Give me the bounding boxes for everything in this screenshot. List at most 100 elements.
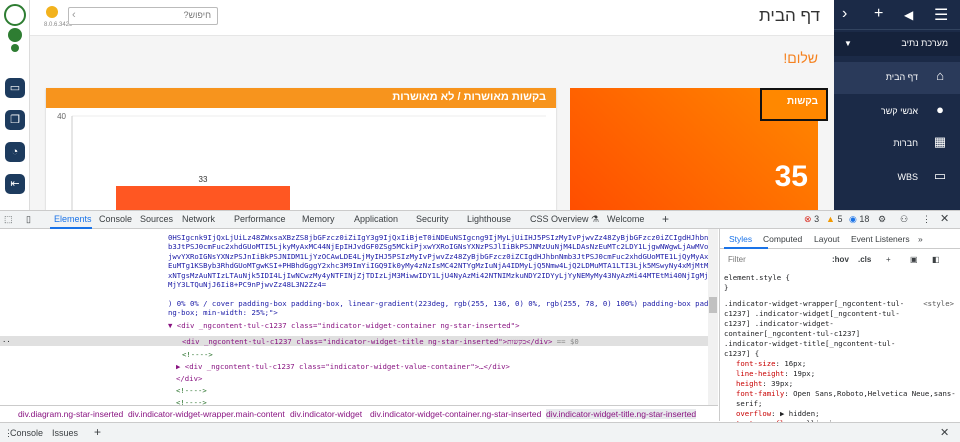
matched-rule[interactable]: <style> .indicator-widget-wrapper[_ngcon… <box>724 299 956 429</box>
devtools-tab-bar: ⬚ ▯ Elements Console Sources Network Per… <box>0 211 960 229</box>
info-count-badge[interactable]: ◉ 18 <box>849 214 869 225</box>
sidebar-toggle-icon[interactable]: ◧ <box>932 255 940 264</box>
dom-comment[interactable]: <!----> <box>182 350 213 359</box>
element-style-rule[interactable]: element.style { <box>724 273 956 283</box>
app-header: 8.0.6.3429 ‹ חיפוש? דף הבית <box>30 0 834 36</box>
requests-indicator-card[interactable]: בקשות 35 <box>570 88 828 210</box>
user-avatar-icon[interactable] <box>4 4 26 26</box>
settings-gear-icon[interactable]: ⚙ <box>878 214 886 225</box>
bar[interactable] <box>116 186 290 210</box>
chat-icon[interactable]: ▭ <box>5 78 25 98</box>
prop-value: ▶ hidden; <box>779 409 820 418</box>
tab-elements[interactable]: Elements <box>54 214 92 224</box>
left-toolbar: ▭ ❐ ◔ ⇤ <box>0 0 30 210</box>
rule-prop[interactable]: font-family: Open Sans,Roboto,Helvetica … <box>724 389 956 409</box>
rule-prop[interactable]: line-height: 19px; <box>724 369 956 379</box>
nav-item-label: WBS <box>897 172 918 182</box>
nav-item-contacts[interactable]: ● אנשי קשר <box>834 96 960 128</box>
info-count: 18 <box>859 214 870 224</box>
page-title: דף הבית <box>759 6 820 25</box>
breadcrumb-item[interactable]: div.indicator-widget-container.ng-star-i… <box>370 409 541 419</box>
nav-item-home[interactable]: ⌂ דף הבית <box>834 62 960 94</box>
dom-comment[interactable]: <!----> <box>176 398 207 405</box>
nav-section-selector[interactable]: מערכת נתיב ▼ <box>834 32 960 56</box>
tab-memory[interactable]: Memory <box>302 214 335 224</box>
tab-welcome[interactable]: Welcome <box>607 214 644 224</box>
element-state-icon[interactable]: ▣ <box>910 255 918 264</box>
rule-source[interactable]: <style> <box>923 299 954 309</box>
prop-name: overflow <box>736 409 772 418</box>
tab-sources[interactable]: Sources <box>140 214 173 224</box>
tab-application[interactable]: Application <box>354 214 398 224</box>
tab-event-listeners[interactable]: Event Listeners <box>851 234 910 244</box>
scrollbar-thumb[interactable] <box>709 297 717 313</box>
rule-prop[interactable]: font-size: 16px; <box>724 359 956 369</box>
more-tabs-icon[interactable]: » <box>918 234 923 244</box>
search-input[interactable]: ‹ חיפוש? <box>68 7 218 25</box>
prop-name: height <box>736 379 763 388</box>
settings-gear-icon[interactable] <box>8 28 22 42</box>
drawer-tab-issues[interactable]: Issues <box>52 428 78 438</box>
error-count-badge[interactable]: ⊗ 3 <box>804 214 819 225</box>
warning-count: 5 <box>837 214 843 224</box>
style-rules[interactable]: element.style { } <style> .indicator-wid… <box>724 273 956 429</box>
greeting: שלום! <box>783 50 818 66</box>
new-rule-icon[interactable]: + <box>886 255 891 264</box>
dom-node-value-container[interactable]: ▶ <div _ngcontent-tul-c1237 class="indic… <box>176 362 510 371</box>
expand-arrow-icon[interactable]: ▼ <box>168 321 177 330</box>
elements-scrollbar[interactable] <box>708 229 718 405</box>
tab-network[interactable]: Network <box>182 214 215 224</box>
requests-indicator-title: בקשות <box>760 88 828 121</box>
add-drawer-tab-icon[interactable]: + <box>94 425 101 439</box>
tab-console[interactable]: Console <box>99 214 132 224</box>
hov-toggle[interactable]: :hov <box>832 255 849 264</box>
nav-item-companies[interactable]: ▦ חברות <box>834 128 960 160</box>
more-menu-icon[interactable]: ⋮ <box>922 214 931 225</box>
warning-count-badge[interactable]: ▲ 5 <box>826 214 842 224</box>
device-toolbar-icon[interactable]: ▯ <box>26 214 31 225</box>
add-tab-icon[interactable]: + <box>662 212 669 226</box>
close-drawer-icon[interactable]: ✕ <box>940 426 949 439</box>
windows-icon[interactable]: ❐ <box>5 110 25 130</box>
nav-item-wbs[interactable]: ▭ WBS <box>834 162 960 194</box>
chevron-right-icon[interactable]: › <box>842 5 847 23</box>
bar-chart: 40 33 <box>57 112 546 210</box>
breadcrumb-item[interactable]: div.indicator-widget-wrapper.main-conten… <box>128 409 285 419</box>
prop-value: 16px; <box>784 359 807 368</box>
dom-node-container[interactable]: ▼ <div _ngcontent-tul-c1237 class="indic… <box>168 321 519 330</box>
tab-lighthouse[interactable]: Lighthouse <box>467 214 511 224</box>
tab-layout[interactable]: Layout <box>814 234 840 244</box>
dom-comment[interactable]: <!----> <box>176 386 207 395</box>
plus-icon[interactable]: + <box>874 5 883 23</box>
elements-tree[interactable]: 0HSIgcnk9IjQxLjUiLz48ZWxsaXBzZS8jbGFzcz0… <box>0 229 718 405</box>
play-back-icon[interactable]: ◀ <box>904 8 913 22</box>
breadcrumb-item[interactable]: div.diagram.ng-star-inserted <box>18 409 123 419</box>
search-placeholder: חיפוש? <box>183 10 211 20</box>
tab-css-overview[interactable]: CSS Overview ⚗ <box>530 214 599 225</box>
tab-security[interactable]: Security <box>416 214 449 224</box>
expand-arrow-icon[interactable]: ▶ <box>176 362 185 371</box>
rule-prop[interactable]: overflow: ▶ hidden; <box>724 409 956 419</box>
menu-icon[interactable]: ☰ <box>934 5 948 25</box>
dom-node-title[interactable]: <div _ngcontent-tul-c1237 class="indicat… <box>182 337 579 346</box>
exit-icon[interactable]: ⇤ <box>5 174 25 194</box>
styles-tab-bar: Styles Computed Layout Event Listeners » <box>720 229 960 249</box>
breadcrumb-item[interactable]: div.indicator-widget <box>290 409 362 419</box>
tab-computed[interactable]: Computed <box>763 234 802 244</box>
close-devtools-icon[interactable]: ✕ <box>940 212 949 225</box>
window-icon: ▭ <box>933 168 947 183</box>
styles-filter-input[interactable]: Filter <box>724 253 824 267</box>
rule-prop[interactable]: height: 39px; <box>724 379 956 389</box>
cls-toggle[interactable]: .cls <box>858 255 871 264</box>
tab-performance[interactable]: Performance <box>234 214 286 224</box>
bell-icon[interactable]: ◔ <box>5 142 25 162</box>
nav-item-label: דף הבית <box>885 72 918 82</box>
prop-value: 39px; <box>771 379 794 388</box>
tab-styles[interactable]: Styles <box>729 234 752 244</box>
breadcrumb-item-selected[interactable]: div.indicator-widget-title.ng-star-inser… <box>546 409 697 419</box>
building-icon: ▦ <box>933 134 947 149</box>
remote-icon[interactable]: ⚇ <box>900 214 908 225</box>
dom-close-tag[interactable]: </div> <box>176 374 202 383</box>
inspect-icon[interactable]: ⬚ <box>4 214 13 225</box>
drawer-tab-console[interactable]: Console <box>10 428 43 438</box>
